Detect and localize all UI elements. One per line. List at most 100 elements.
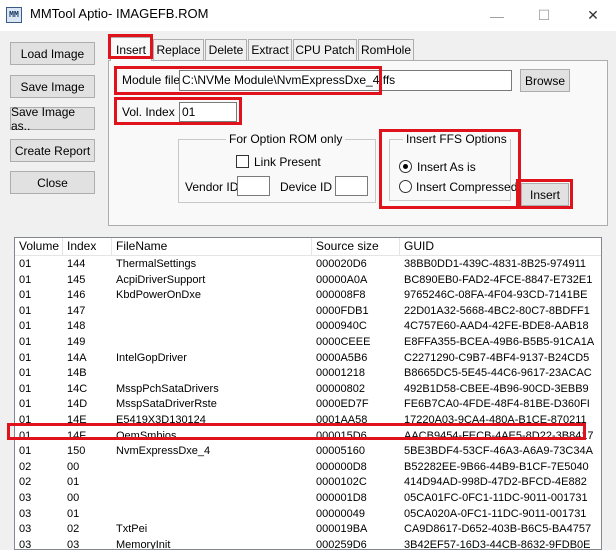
column-header-source-size[interactable]: Source size <box>312 238 400 256</box>
table-row[interactable]: 01 14D MsspSataDriverRste 0000ED7F FE6B7CA0-… <box>15 397 601 412</box>
table-row[interactable]: 01 145 AcpiDriverSupport 00000A0A BC890EB0-F… <box>15 273 601 288</box>
minimize-icon[interactable]: — <box>474 0 520 31</box>
cell-source-size: 00000A0A <box>316 273 368 286</box>
device-id-field[interactable] <box>335 176 368 196</box>
cell-guid: 9765246C-08FA-4F04-93CD-7141BE <box>404 289 588 302</box>
column-header-filename[interactable]: FileName <box>112 238 312 256</box>
window-title: MMTool Aptio- IMAGEFB.ROM <box>30 6 209 21</box>
cell-source-size: 0000A5B6 <box>316 351 368 364</box>
cell-source-size: 00001218 <box>316 367 365 380</box>
module-file-field[interactable]: C:\NVMe Module\NvmExpressDxe_4.ffs <box>179 70 512 91</box>
insert-compressed-label: Insert Compressed <box>416 180 518 194</box>
cell-index: 14C <box>67 382 88 395</box>
cell-index: 00 <box>67 460 80 473</box>
cell-volume: 01 <box>19 382 32 395</box>
load-image-button[interactable]: Load Image <box>10 42 95 65</box>
cell-guid: 05CA01FC-0FC1-11DC-9011-001731 <box>404 492 588 504</box>
column-header-guid[interactable]: GUID <box>400 238 601 256</box>
cell-source-size: 000000D8 <box>316 460 367 473</box>
tab-delete[interactable]: Delete <box>205 39 247 60</box>
cell-filename: OemSmbios <box>116 429 177 442</box>
cell-source-size: 00005160 <box>316 445 365 458</box>
close-button[interactable]: Close <box>10 171 95 194</box>
cell-volume: 01 <box>19 336 32 348</box>
cell-volume: 01 <box>19 320 32 333</box>
cell-guid: 4C757E60-AAD4-42FE-BDE8-AAB18 <box>404 320 589 333</box>
cell-filename: NvmExpressDxe_4 <box>116 445 211 458</box>
cell-index: 01 <box>67 476 80 489</box>
app-icon[interactable]: MM <box>6 7 22 23</box>
table-row[interactable]: 03 02 TxtPei 000019BA CA9D8617-D652-403B-B6C… <box>15 522 601 537</box>
cell-volume: 01 <box>19 258 32 270</box>
cell-filename: TxtPei <box>116 523 148 536</box>
cell-guid: B8665DC5-5E45-44C6-9617-23ACAC <box>404 367 592 380</box>
cell-index: 14E <box>67 414 87 426</box>
tab-replace[interactable]: Replace <box>153 39 204 60</box>
cell-guid: FE6B7CA0-4FDE-48F4-81BE-D360FI <box>404 398 590 411</box>
table-row[interactable]: 01 144 ThermalSettings 000020D6 38BB0DD1-439… <box>15 257 601 272</box>
cell-index: 01 <box>67 507 80 520</box>
insert-compressed-radio[interactable] <box>399 180 412 193</box>
table-row[interactable]: 01 14E E5419X3D130124 0001AA58 17220A03-9CA4… <box>15 413 601 428</box>
cell-source-size: 0001AA58 <box>316 414 368 426</box>
cell-index: 147 <box>67 304 86 317</box>
vendor-id-field[interactable] <box>237 176 270 196</box>
cell-source-size: 0000ED7F <box>316 398 369 411</box>
cell-source-size: 000259D6 <box>316 538 367 550</box>
table-row[interactable]: 01 14A IntelGopDriver 0000A5B6 C2271290-C9B7… <box>15 351 601 366</box>
table-row[interactable]: 03 01 00000049 05CA020A-0FC1-11DC-9011-0017… <box>15 507 601 522</box>
cell-volume: 03 <box>19 523 32 536</box>
module-list[interactable]: Volume Index FileName Source size GUID 0… <box>14 237 602 550</box>
cell-filename <box>112 319 312 334</box>
cell-source-size: 000020D6 <box>316 258 367 270</box>
link-present-label: Link Present <box>254 155 321 169</box>
column-header-volume[interactable]: Volume <box>15 238 63 256</box>
cell-filename <box>112 475 312 490</box>
table-row[interactable]: 01 150 NvmExpressDxe_4 00005160 5BE3BDF4-53C… <box>15 444 601 459</box>
table-row[interactable]: 01 148 0000940C 4C757E60-AAD4-42FE-BDE8-AAB… <box>15 319 601 334</box>
cell-filename: ThermalSettings <box>116 258 197 270</box>
save-image-as-button[interactable]: Save Image as.. <box>10 105 95 133</box>
cell-volume: 01 <box>19 445 32 458</box>
column-header-index[interactable]: Index <box>63 238 112 256</box>
cell-filename: IntelGopDriver <box>116 351 187 364</box>
tab-extract[interactable]: Extract <box>248 39 292 60</box>
cell-guid: 5BE3BDF4-53CF-46A3-A6A9-73C34A <box>404 445 593 458</box>
cell-volume: 03 <box>19 538 32 550</box>
cell-guid: 414D94AD-998D-47D2-BFCD-4E882 <box>404 476 587 489</box>
browse-button[interactable]: Browse <box>520 69 570 92</box>
close-icon[interactable]: ✕ <box>570 0 616 31</box>
table-row[interactable]: 03 03 MemoryInit 000259D6 3B42EF57-16D3-44CB… <box>15 538 601 550</box>
insert-button[interactable]: Insert <box>521 183 569 206</box>
table-row[interactable]: 01 14F OemSmbios 000015D6 AACB9454-FECB-4AE5… <box>15 429 601 444</box>
tab-insert[interactable]: Insert <box>110 37 152 61</box>
cell-filename <box>112 335 312 350</box>
cell-index: 145 <box>67 273 86 286</box>
link-present-checkbox[interactable] <box>236 155 249 168</box>
table-row[interactable]: 01 147 0000FDB1 22D01A32-5668-4BC2-80C7-8BD… <box>15 304 601 319</box>
list-header: Volume Index FileName Source size GUID <box>15 238 601 256</box>
create-report-button[interactable]: Create Report <box>10 139 95 162</box>
vol-index-field[interactable]: 01 <box>179 102 237 122</box>
table-row[interactable]: 01 14B 00001218 B8665DC5-5E45-44C6-9617-23A… <box>15 366 601 381</box>
table-row[interactable]: 03 00 000001D8 05CA01FC-0FC1-11DC-9011-0017… <box>15 491 601 506</box>
cell-filename: AcpiDriverSupport <box>116 273 206 286</box>
table-row[interactable]: 02 00 000000D8 B52282EE-9B66-44B9-B1CF-7E50… <box>15 460 601 475</box>
table-row[interactable]: 01 146 KbdPowerOnDxe 000008F8 9765246C-08FA-… <box>15 288 601 303</box>
cell-index: 148 <box>67 320 86 333</box>
tab-cpu-patch[interactable]: CPU Patch <box>293 39 357 60</box>
insert-as-is-radio[interactable] <box>399 160 412 173</box>
table-row[interactable]: 02 01 0000102C 414D94AD-998D-47D2-BFCD-4E88… <box>15 475 601 490</box>
tab-romhole[interactable]: RomHole <box>358 39 414 60</box>
ffs-options-title: Insert FFS Options <box>403 132 510 146</box>
cell-volume: 01 <box>19 398 32 411</box>
cell-source-size: 000015D6 <box>316 429 367 442</box>
vendor-id-label: Vendor ID <box>185 180 239 194</box>
table-row[interactable]: 01 149 0000CEEE E8FFA355-BCEA-49B6-B5B5-91C… <box>15 335 601 350</box>
insert-as-is-label: Insert As is <box>417 160 476 174</box>
table-row[interactable]: 01 14C MsspPchSataDrivers 00000802 492B1D58-… <box>15 382 601 397</box>
module-file-label: Module file <box>122 73 181 87</box>
maximize-icon[interactable]: ☐ <box>521 0 567 31</box>
cell-filename: E5419X3D130124 <box>116 414 206 426</box>
save-image-button[interactable]: Save Image <box>10 75 95 98</box>
